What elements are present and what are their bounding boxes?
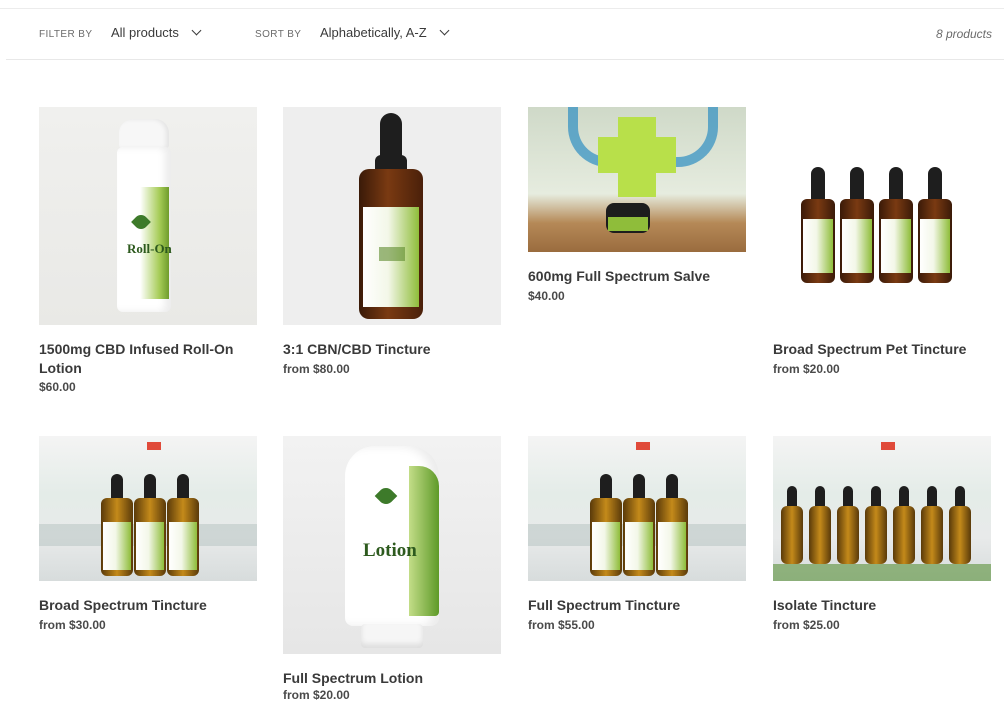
sort-select-value: Alphabetically, A-Z bbox=[320, 25, 427, 40]
product-price: $60.00 bbox=[39, 380, 76, 394]
product-title[interactable]: 3:1 CBN/CBD Tincture bbox=[283, 340, 501, 359]
product-price: $40.00 bbox=[528, 289, 565, 303]
product-price: from $30.00 bbox=[39, 618, 106, 632]
product-card[interactable]: Lotion Full Spectrum Lotion from $20.00 bbox=[283, 436, 501, 702]
product-count: 8 products bbox=[935, 27, 992, 41]
product-price: from $55.00 bbox=[528, 618, 595, 632]
product-price: from $20.00 bbox=[773, 362, 840, 376]
chevron-down-icon bbox=[439, 25, 450, 36]
product-title[interactable]: Broad Spectrum Tincture bbox=[39, 596, 257, 615]
product-card[interactable]: Full Spectrum Tincture from $55.00 bbox=[528, 436, 746, 636]
sort-by-label: SORT BY bbox=[255, 29, 302, 40]
roll-on-lotion-image: Roll-On bbox=[39, 107, 257, 325]
product-title[interactable]: Broad Spectrum Pet Tincture bbox=[773, 340, 991, 359]
chevron-down-icon bbox=[191, 25, 202, 36]
product-card[interactable]: 600mg Full Spectrum Salve $40.00 bbox=[528, 107, 746, 307]
product-price: from $25.00 bbox=[773, 618, 840, 632]
product-card[interactable]: Broad Spectrum Tincture from $30.00 bbox=[39, 436, 257, 636]
tincture-lineup-image bbox=[773, 436, 991, 581]
product-title[interactable]: Isolate Tincture bbox=[773, 596, 991, 615]
product-card[interactable]: Roll-On 1500mg CBD Infused Roll-On Lotio… bbox=[39, 107, 257, 397]
product-price: from $80.00 bbox=[283, 362, 350, 376]
product-title[interactable]: 600mg Full Spectrum Salve bbox=[528, 267, 746, 286]
tincture-bottle-image bbox=[283, 107, 501, 325]
salve-jar-image bbox=[528, 107, 746, 252]
sort-select[interactable]: Alphabetically, A-Z bbox=[320, 25, 450, 40]
product-card[interactable]: Broad Spectrum Pet Tincture from $20.00 bbox=[773, 107, 991, 379]
lotion-tube-image: Lotion bbox=[283, 436, 501, 654]
product-title[interactable]: Full Spectrum Tincture bbox=[528, 596, 746, 615]
tincture-trio-image bbox=[528, 436, 746, 581]
filter-select-value: All products bbox=[111, 25, 179, 40]
collection-filter-bar: FILTER BY All products SORT BY Alphabeti… bbox=[6, 9, 1004, 60]
filter-by-label: FILTER BY bbox=[39, 29, 93, 40]
tincture-trio-image bbox=[39, 436, 257, 581]
product-card[interactable]: Isolate Tincture from $25.00 bbox=[773, 436, 991, 636]
filter-select[interactable]: All products bbox=[111, 25, 202, 40]
product-title[interactable]: 1500mg CBD Infused Roll-On Lotion bbox=[39, 340, 257, 378]
pet-tincture-image bbox=[773, 107, 991, 325]
product-card[interactable]: 3:1 CBN/CBD Tincture from $80.00 bbox=[283, 107, 501, 379]
product-title[interactable]: Full Spectrum Lotion bbox=[283, 669, 501, 688]
